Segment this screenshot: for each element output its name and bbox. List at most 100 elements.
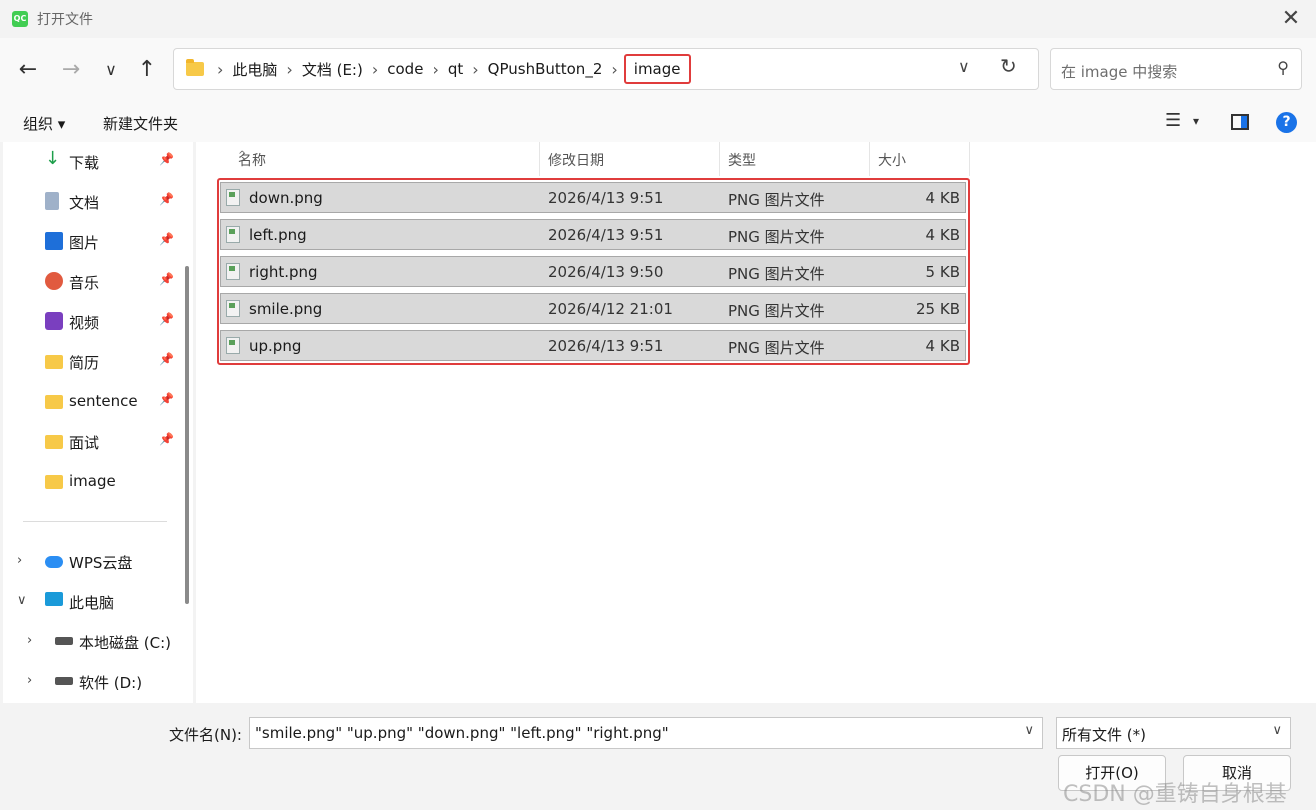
sidebar-item-label: 图片: [69, 234, 100, 252]
pin-icon: 📌: [159, 352, 174, 366]
sidebar-item-interview[interactable]: 面试 📌: [3, 422, 183, 462]
sidebar-item-label: sentence: [69, 392, 138, 410]
title-bar: QC 打开文件 ✕: [0, 0, 1316, 38]
search-icon[interactable]: ⚲: [1277, 58, 1289, 77]
address-history-dropdown[interactable]: ∨: [958, 57, 970, 76]
pin-icon: 📌: [159, 312, 174, 326]
filename-field[interactable]: "smile.png" "up.png" "down.png" "left.pn…: [249, 717, 1043, 749]
tree-item-this-pc[interactable]: ∨ 此电脑: [3, 582, 183, 622]
breadcrumb-item[interactable]: code: [387, 60, 423, 78]
expand-chevron-icon[interactable]: ›: [27, 633, 32, 648]
expand-chevron-icon[interactable]: ›: [17, 553, 22, 568]
collapse-chevron-icon[interactable]: ∨: [17, 593, 27, 608]
up-folder-button[interactable]: ↑: [131, 54, 163, 86]
breadcrumb-separator[interactable]: ›: [217, 60, 223, 79]
close-button[interactable]: ✕: [1276, 4, 1306, 34]
tree-item-drive-c[interactable]: › 本地磁盘 (C:): [13, 622, 193, 662]
column-header-size[interactable]: 大小: [870, 142, 970, 176]
sidebar-item-documents[interactable]: 文档 📌: [3, 182, 183, 222]
file-type: PNG 图片文件: [728, 302, 825, 320]
column-header-type[interactable]: 类型: [720, 142, 870, 176]
chevron-down-icon[interactable]: ∨: [1272, 723, 1282, 738]
sidebar-item-label: 面试: [69, 434, 100, 452]
file-date: 2026/4/13 9:50: [548, 263, 664, 281]
file-list: 名称 ^ 修改日期 类型 大小 down.png 2026/4/13 9:51 …: [196, 142, 1316, 703]
breadcrumb-item[interactable]: QPushButton_2: [488, 60, 603, 78]
png-file-icon: [226, 300, 240, 317]
column-header-label: 修改日期: [548, 153, 604, 169]
breadcrumb-separator[interactable]: ›: [611, 60, 617, 79]
sidebar-item-label: 简历: [69, 354, 100, 372]
new-folder-button[interactable]: 新建文件夹: [103, 113, 178, 134]
sidebar-item-label: 视频: [69, 314, 100, 332]
sidebar-item-pictures[interactable]: 图片 📌: [3, 222, 183, 262]
folder-icon: [45, 355, 63, 369]
pin-icon: 📌: [159, 192, 174, 206]
file-row[interactable]: up.png 2026/4/13 9:51 PNG 图片文件 4 KB: [220, 330, 966, 361]
organize-menu[interactable]: 组织 ▾: [23, 113, 65, 134]
view-dropdown-icon[interactable]: ▾: [1193, 114, 1199, 128]
sidebar-item-downloads[interactable]: ↓ 下载 📌: [3, 142, 183, 182]
file-row[interactable]: right.png 2026/4/13 9:50 PNG 图片文件 5 KB: [220, 256, 966, 287]
file-type-select[interactable]: 所有文件 (*) ∨: [1056, 717, 1291, 749]
file-row[interactable]: left.png 2026/4/13 9:51 PNG 图片文件 4 KB: [220, 219, 966, 250]
breadcrumb-separator[interactable]: ›: [372, 60, 378, 79]
breadcrumb-item[interactable]: 此电脑: [232, 59, 277, 80]
pin-icon: 📌: [159, 392, 174, 406]
help-icon[interactable]: ?: [1276, 112, 1297, 133]
forward-button[interactable]: →: [55, 54, 87, 86]
breadcrumb-separator[interactable]: ›: [472, 60, 478, 79]
file-row[interactable]: smile.png 2026/4/12 21:01 PNG 图片文件 25 KB: [220, 293, 966, 324]
tree-item-label: 软件 (D:): [79, 674, 143, 692]
search-input[interactable]: 在 image 中搜索 ⚲: [1050, 48, 1302, 90]
expand-chevron-icon[interactable]: ›: [27, 673, 32, 688]
pin-icon: 📌: [159, 432, 174, 446]
tree-item-wps-cloud[interactable]: › WPS云盘: [3, 542, 183, 582]
sidebar-scrollbar[interactable]: [185, 266, 189, 604]
watermark: CSDN @重铸自身根基: [1063, 782, 1287, 807]
filename-label: 文件名(N):: [169, 726, 242, 744]
video-icon: [45, 312, 63, 330]
sort-ascending-icon: ^: [238, 150, 247, 161]
dialog-footer: 文件名(N): "smile.png" "up.png" "down.png" …: [0, 703, 1316, 810]
search-placeholder: 在 image 中搜索: [1061, 63, 1178, 81]
file-name: smile.png: [249, 300, 323, 318]
tree-item-label: 此电脑: [69, 594, 115, 612]
tree-item-drive-d[interactable]: › 软件 (D:): [13, 662, 193, 702]
breadcrumb-separator[interactable]: ›: [286, 60, 292, 79]
file-size: 4 KB: [925, 226, 960, 244]
recent-locations-button[interactable]: ∨: [95, 54, 127, 86]
sidebar-item-image[interactable]: image: [3, 462, 183, 502]
column-header-label: 类型: [728, 153, 756, 169]
sidebar-item-music[interactable]: 音乐 📌: [3, 262, 183, 302]
pin-icon: 📌: [159, 232, 174, 246]
folder-icon: [45, 475, 63, 489]
pictures-icon: [45, 232, 63, 250]
pin-icon: 📌: [159, 152, 174, 166]
breadcrumb-item-current[interactable]: image: [623, 54, 691, 84]
qt-app-icon: QC: [12, 11, 28, 27]
file-name: right.png: [249, 263, 318, 281]
address-bar[interactable]: › 此电脑 › 文档 (E:) › code › qt › QPushButto…: [173, 48, 1039, 90]
refresh-icon[interactable]: ↻: [1000, 54, 1017, 78]
column-header-date[interactable]: 修改日期: [540, 142, 720, 176]
breadcrumb-item[interactable]: qt: [448, 60, 463, 78]
breadcrumb-item[interactable]: 文档 (E:): [302, 59, 363, 80]
back-button[interactable]: ←: [12, 54, 44, 86]
file-row[interactable]: down.png 2026/4/13 9:51 PNG 图片文件 4 KB: [220, 182, 966, 213]
folder-icon: [45, 395, 63, 409]
view-options-icon[interactable]: ☰: [1165, 110, 1181, 131]
file-size: 25 KB: [916, 300, 960, 318]
preview-pane-icon[interactable]: [1231, 114, 1249, 130]
download-icon: ↓: [45, 148, 61, 169]
file-size: 4 KB: [925, 337, 960, 355]
column-header-name[interactable]: 名称 ^: [230, 142, 540, 176]
sidebar-item-videos[interactable]: 视频 📌: [3, 302, 183, 342]
sidebar-item-resume[interactable]: 简历 📌: [3, 342, 183, 382]
breadcrumb-separator[interactable]: ›: [432, 60, 438, 79]
chevron-down-icon[interactable]: ∨: [1024, 723, 1034, 738]
sidebar-item-sentence[interactable]: sentence 📌: [3, 382, 183, 422]
file-date: 2026/4/13 9:51: [548, 189, 664, 207]
cloud-icon: [45, 556, 63, 568]
file-type-value: 所有文件 (*): [1062, 726, 1146, 744]
